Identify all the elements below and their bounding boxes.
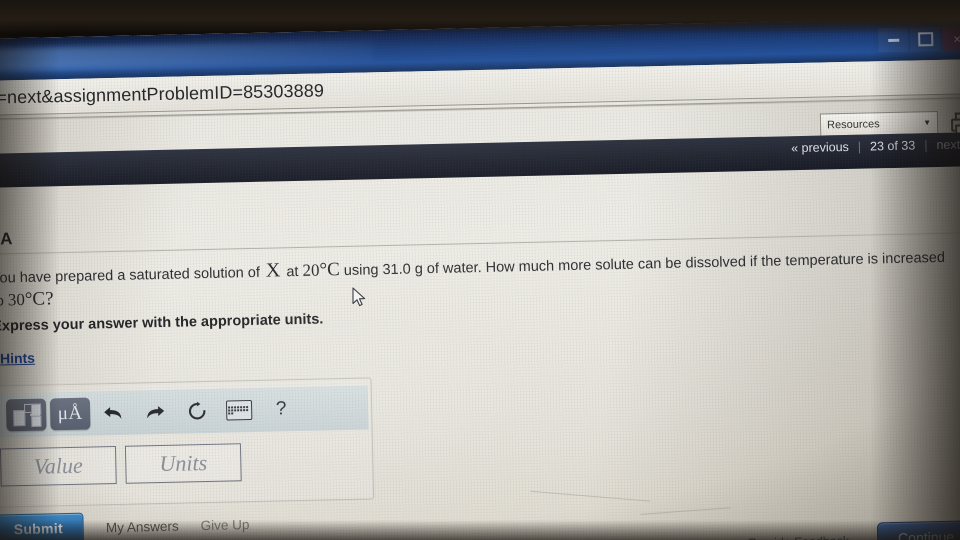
minimize-icon: [887, 38, 899, 42]
resources-label: Resources: [826, 117, 880, 131]
my-answers-button[interactable]: My Answers: [106, 518, 179, 535]
problem-content: t A You have prepared a saturated soluti…: [0, 166, 960, 540]
answer-instruction: Express your answer with the appropriate…: [0, 311, 324, 335]
value-input[interactable]: Value: [0, 445, 117, 487]
answer-toolbar: μÅ ?: [0, 385, 369, 438]
hints-label[interactable]: Hints: [0, 350, 35, 367]
redo-button[interactable]: [136, 396, 175, 429]
answer-widget: μÅ ? Value Units: [0, 377, 375, 508]
chevron-down-icon: ▼: [923, 118, 932, 128]
print-icon[interactable]: [950, 111, 960, 136]
close-icon: ×: [953, 30, 960, 47]
template-icon: [13, 403, 42, 427]
question-temperature-2: 30: [7, 289, 26, 310]
give-up-button[interactable]: Give Up: [201, 517, 250, 533]
units-input[interactable]: Units: [124, 443, 242, 484]
answer-fields: Value Units: [0, 443, 242, 487]
keyboard-button[interactable]: [220, 394, 259, 427]
question-part-2: at: [286, 263, 299, 281]
window-controls: ×: [877, 26, 960, 53]
question-temperature-1: 20: [302, 260, 320, 280]
screenshot-root: × t=next&assignmentProblemID=85303889 Re…: [0, 0, 960, 540]
undo-icon: [104, 407, 122, 419]
units-button[interactable]: μÅ: [49, 397, 91, 431]
page-counter: 23 of 33: [869, 138, 916, 154]
url-text[interactable]: t=next&assignmentProblemID=85303889: [0, 80, 324, 109]
restore-button[interactable]: [909, 26, 941, 52]
refresh-icon: [188, 401, 206, 420]
question-variable: X: [265, 259, 281, 282]
question-text: You have prepared a saturated solution o…: [0, 245, 954, 313]
provide-feedback-link[interactable]: Provide Feedback: [748, 534, 849, 540]
continue-button[interactable]: Continue: [876, 520, 960, 540]
units-icon-label: μÅ: [57, 402, 83, 425]
question-part-1: You have prepared a saturated solution o…: [0, 264, 261, 287]
keyboard-icon: [225, 400, 253, 421]
undo-button[interactable]: [94, 397, 133, 430]
units-placeholder: Units: [159, 450, 208, 477]
title-bar-glare: [0, 40, 373, 72]
minimize-button[interactable]: [877, 27, 909, 53]
question-unit-1: °C: [319, 259, 340, 281]
value-placeholder: Value: [33, 452, 84, 479]
close-button[interactable]: ×: [941, 26, 960, 51]
next-link[interactable]: next »: [936, 137, 960, 152]
previous-link[interactable]: « previous: [791, 140, 849, 155]
mouse-cursor: [352, 287, 368, 309]
hints-toggle[interactable]: Hints: [0, 350, 35, 367]
laptop-screen-surface: × t=next&assignmentProblemID=85303889 Re…: [0, 16, 960, 540]
redo-icon: [147, 406, 165, 419]
question-mark-icon: ?: [275, 398, 287, 420]
submit-button[interactable]: Submit: [0, 512, 85, 540]
nav-separator-right: |: [924, 138, 928, 153]
action-row: Submit My Answers Give Up: [0, 509, 250, 540]
math-template-button[interactable]: [5, 398, 47, 432]
help-button[interactable]: ?: [262, 393, 301, 426]
nav-separator-left: |: [857, 139, 862, 154]
restore-icon: [917, 32, 933, 47]
page-title: t A: [0, 229, 13, 249]
question-unit-2: °C?: [24, 288, 54, 310]
reset-button[interactable]: [178, 395, 217, 428]
